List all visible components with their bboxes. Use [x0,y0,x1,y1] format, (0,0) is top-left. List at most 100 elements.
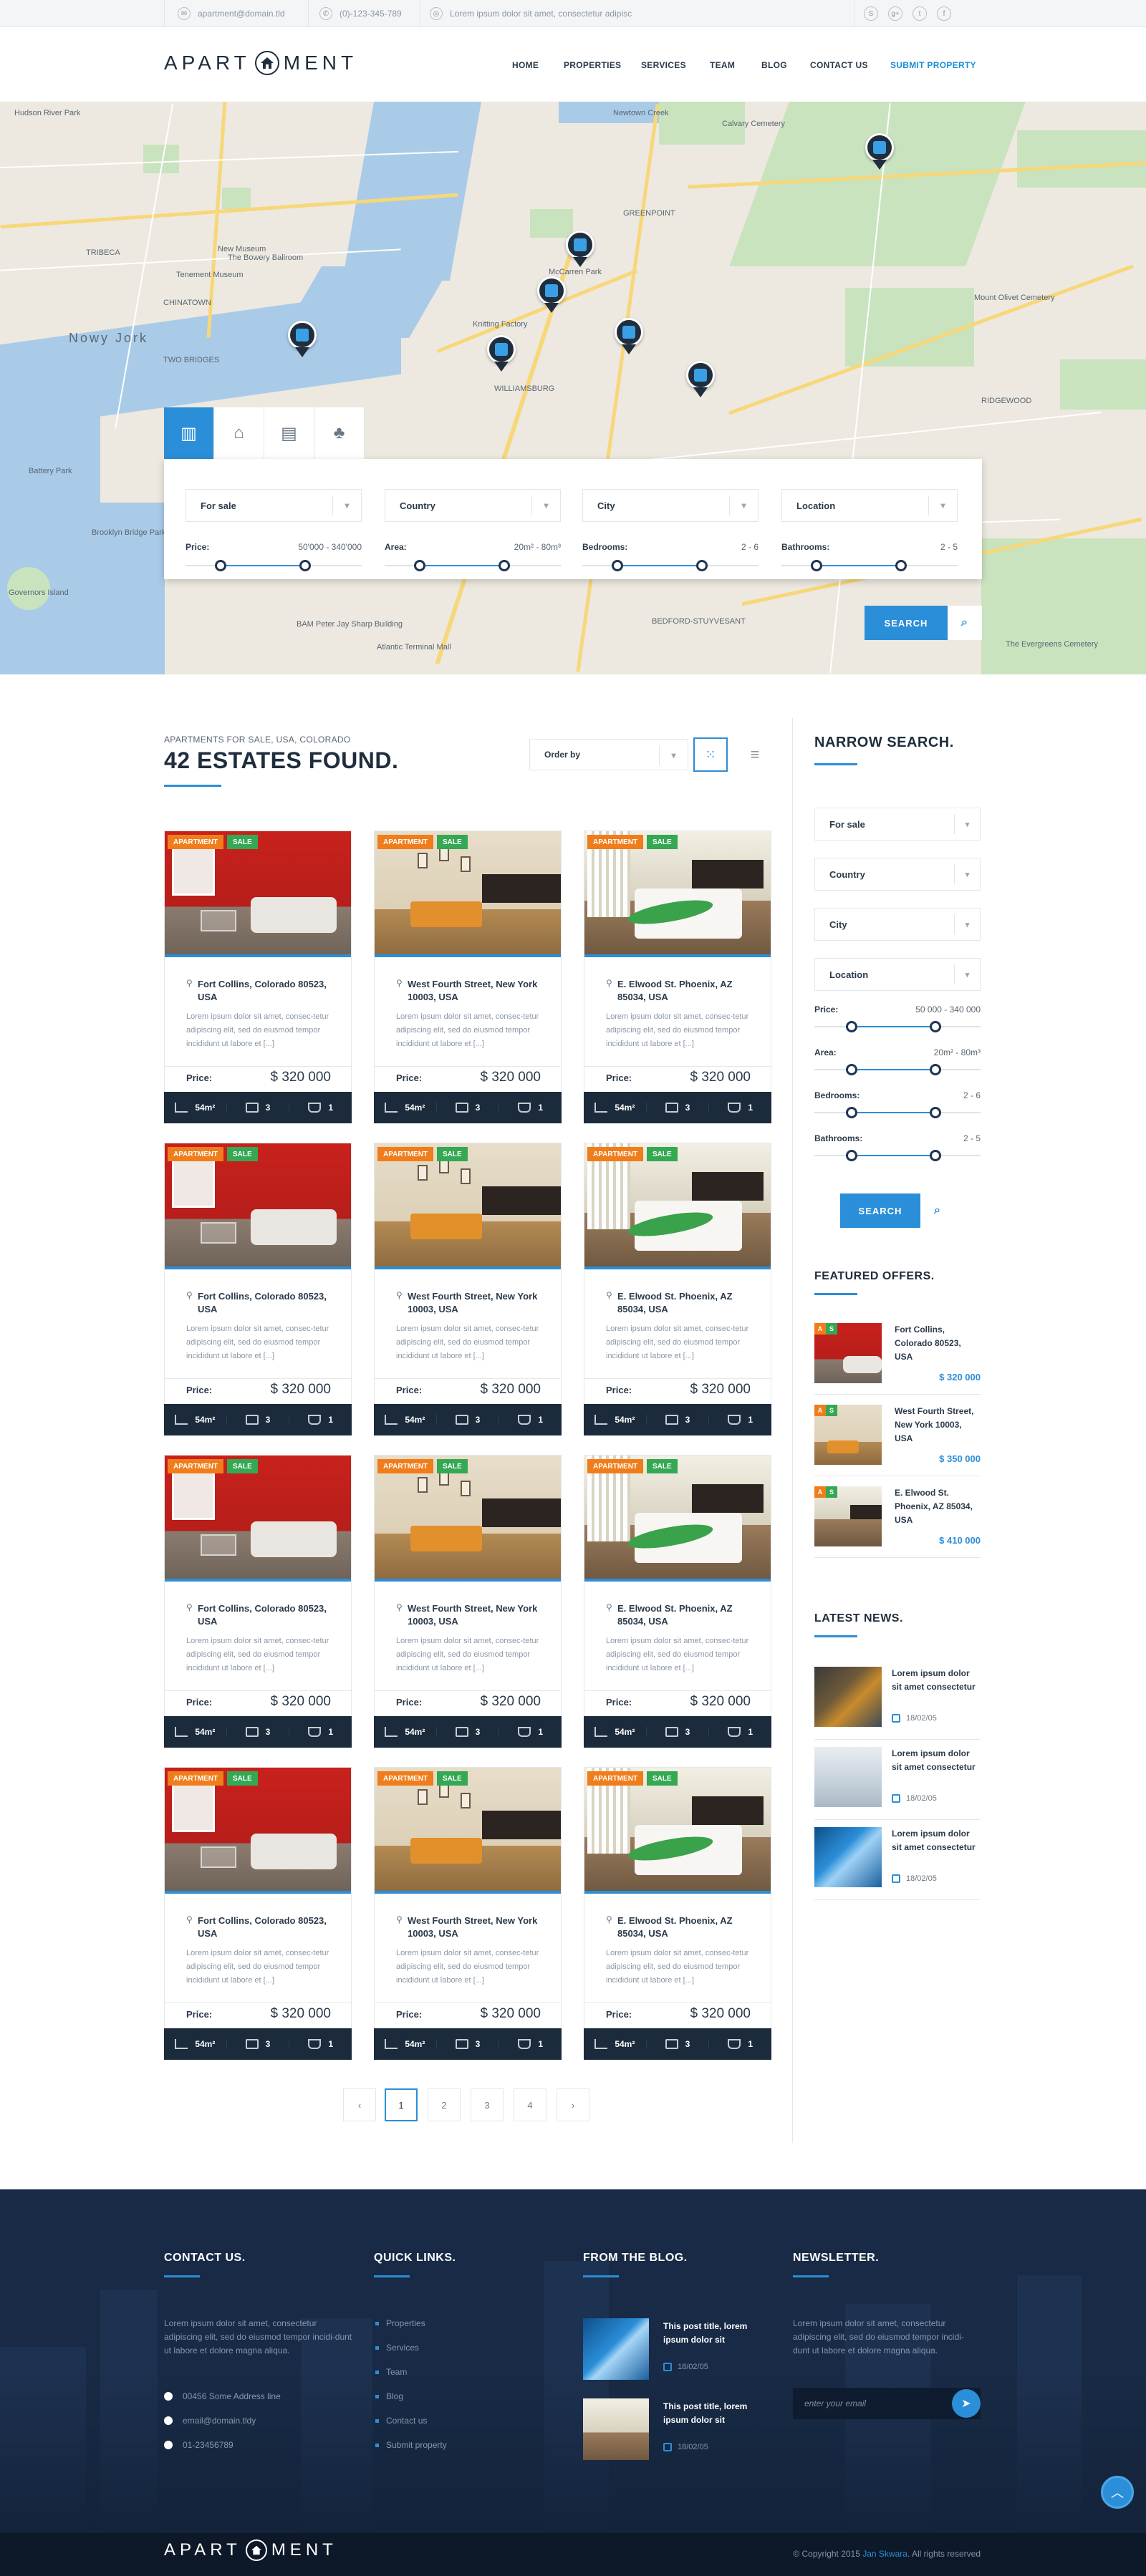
facebook-icon[interactable]: f [937,6,951,21]
sidebar-sale-select[interactable]: For sale ▾ [814,808,981,841]
property-address[interactable]: E. Elwood St. Phoenix, AZ 85034, USA [617,978,761,1004]
map-marker[interactable] [566,231,594,269]
search-button[interactable]: SEARCH ⌕ [865,606,982,640]
logo[interactable]: APART MENT [164,51,357,75]
grid-view-icon[interactable]: ⁙ [693,737,728,772]
footer-link-blog[interactable]: Blog [375,2391,403,2401]
sale-select[interactable]: For sale ▾ [186,489,362,522]
pagination-prev[interactable]: ‹ [343,2088,376,2121]
slider-handle[interactable] [299,560,311,571]
slider-handle[interactable] [930,1150,941,1161]
nav-properties[interactable]: PROPERTIES [564,60,621,70]
nav-home[interactable]: HOME [512,60,539,70]
property-image[interactable]: APARTMENT SALE [165,831,351,957]
nav-services[interactable]: SERVICES [641,60,686,70]
nav-submit-property[interactable]: SUBMIT PROPERTY [890,60,976,70]
skype-icon[interactable]: S [864,6,878,21]
footer-link-team[interactable]: Team [375,2367,407,2377]
property-image[interactable]: APARTMENT SALE [584,1143,771,1269]
property-card[interactable]: APARTMENT SALE ⚲ E. Elwood St. Phoenix, AZ … [584,1455,771,1748]
area-slider[interactable] [385,560,561,571]
location-select[interactable]: Location ▾ [781,489,958,522]
list-view-icon[interactable]: ≡ [738,737,772,772]
property-image[interactable]: APARTMENT SALE [584,831,771,957]
featured-offer[interactable]: AS West Fourth Street, New York 10003, U… [814,1398,981,1476]
country-select[interactable]: Country ▾ [385,489,561,522]
house-icon[interactable]: ⌂ [214,407,264,459]
map-marker[interactable] [686,361,715,400]
property-card[interactable]: APARTMENT SALE ⚲ West Fourth Street, New Yo… [374,1455,562,1748]
property-card[interactable]: APARTMENT SALE ⚲ Fort Collins, Colorado 805… [164,1143,352,1435]
property-address[interactable]: Fort Collins, Colorado 80523, USA [198,978,341,1004]
property-card[interactable]: APARTMENT SALE ⚲ E. Elwood St. Phoenix, AZ … [584,1767,771,2060]
sidebar-price-slider[interactable] [814,1021,981,1032]
property-card[interactable]: APARTMENT SALE ⚲ West Fourth Street, New Yo… [374,1767,562,2060]
city-select[interactable]: City ▾ [582,489,759,522]
slider-handle[interactable] [930,1107,941,1118]
footer-link-properties[interactable]: Properties [375,2318,425,2328]
sidebar-bathrooms-slider[interactable] [814,1150,981,1161]
pagination-page-2[interactable]: 2 [428,2088,461,2121]
map-marker[interactable] [288,321,317,359]
topbar-email[interactable]: ✉ apartment@domain.tld [178,0,285,27]
office-icon[interactable]: ▤ [264,407,314,459]
sidebar-search-button[interactable]: SEARCH ⌕ [840,1193,955,1228]
footer-blog-post[interactable]: This post title, lorem ipsum dolor sit 1… [583,2318,791,2383]
pagination-page-4[interactable]: 4 [514,2088,546,2121]
slider-handle[interactable] [612,560,623,571]
slider-handle[interactable] [811,560,822,571]
footer-link-submit[interactable]: Submit property [375,2440,447,2450]
slider-handle[interactable] [215,560,226,571]
property-card[interactable]: APARTMENT SALE ⚲ West Fourth Street, New Yo… [374,831,562,1123]
footer-email[interactable]: email@domain.tldy [164,2416,256,2426]
slider-handle[interactable] [696,560,708,571]
nav-team[interactable]: TEAM [710,60,735,70]
footer-link-services[interactable]: Services [375,2343,419,2353]
property-image[interactable]: APARTMENT SALE [165,1456,351,1582]
property-address[interactable]: E. Elwood St. Phoenix, AZ 85034, USA [617,1602,761,1628]
map-marker[interactable] [865,133,894,172]
property-address[interactable]: Fort Collins, Colorado 80523, USA [198,1290,341,1316]
slider-handle[interactable] [414,560,425,571]
pagination-page-1[interactable]: 1 [385,2088,418,2121]
slider-handle[interactable] [499,560,510,571]
footer-link-contact[interactable]: Contact us [375,2416,427,2426]
price-slider[interactable] [186,560,362,571]
footer-logo[interactable]: APART MENT [164,2539,337,2561]
sidebar-area-slider[interactable] [814,1064,981,1075]
news-item[interactable]: Lorem ipsum dolor sit amet consectetur 1… [814,1820,981,1900]
property-image[interactable]: APARTMENT SALE [375,1768,561,1894]
property-image[interactable]: APARTMENT SALE [584,1768,771,1894]
nav-blog[interactable]: BLOG [761,60,787,70]
property-card[interactable]: APARTMENT SALE ⚲ Fort Collins, Colorado 805… [164,1455,352,1748]
apartment-icon[interactable]: ▥ [164,407,214,459]
map-marker[interactable] [487,335,516,374]
sidebar-bedrooms-slider[interactable] [814,1107,981,1118]
property-image[interactable]: APARTMENT SALE [584,1456,771,1582]
bathrooms-slider[interactable] [781,560,958,571]
property-address[interactable]: Fort Collins, Colorado 80523, USA [198,1602,341,1628]
property-card[interactable]: APARTMENT SALE ⚲ Fort Collins, Colorado 805… [164,831,352,1123]
google-plus-icon[interactable]: g+ [888,6,902,21]
property-address[interactable]: West Fourth Street, New York 10003, USA [408,1914,551,1940]
twitter-icon[interactable]: t [913,6,927,21]
property-image[interactable]: APARTMENT SALE [375,1143,561,1269]
property-image[interactable]: APARTMENT SALE [165,1143,351,1269]
pagination-page-3[interactable]: 3 [471,2088,504,2121]
slider-handle[interactable] [846,1150,857,1161]
slider-handle[interactable] [846,1021,857,1032]
property-address[interactable]: Fort Collins, Colorado 80523, USA [198,1914,341,1940]
footer-blog-post[interactable]: This post title, lorem ipsum dolor sit 1… [583,2398,791,2463]
slider-handle[interactable] [930,1021,941,1032]
property-address[interactable]: West Fourth Street, New York 10003, USA [408,1602,551,1628]
bedrooms-slider[interactable] [582,560,759,571]
property-card[interactable]: APARTMENT SALE ⚲ West Fourth Street, New Yo… [374,1143,562,1435]
slider-handle[interactable] [895,560,907,571]
back-to-top-button[interactable]: ︿ [1101,2476,1134,2509]
featured-offer[interactable]: AS Fort Collins, Colorado 80523, USA $ 3… [814,1316,981,1395]
slider-handle[interactable] [930,1064,941,1075]
send-icon[interactable]: ➤ [952,2389,981,2418]
property-image[interactable]: APARTMENT SALE [165,1768,351,1894]
property-card[interactable]: APARTMENT SALE ⚲ Fort Collins, Colorado 805… [164,1767,352,2060]
property-address[interactable]: E. Elwood St. Phoenix, AZ 85034, USA [617,1290,761,1316]
